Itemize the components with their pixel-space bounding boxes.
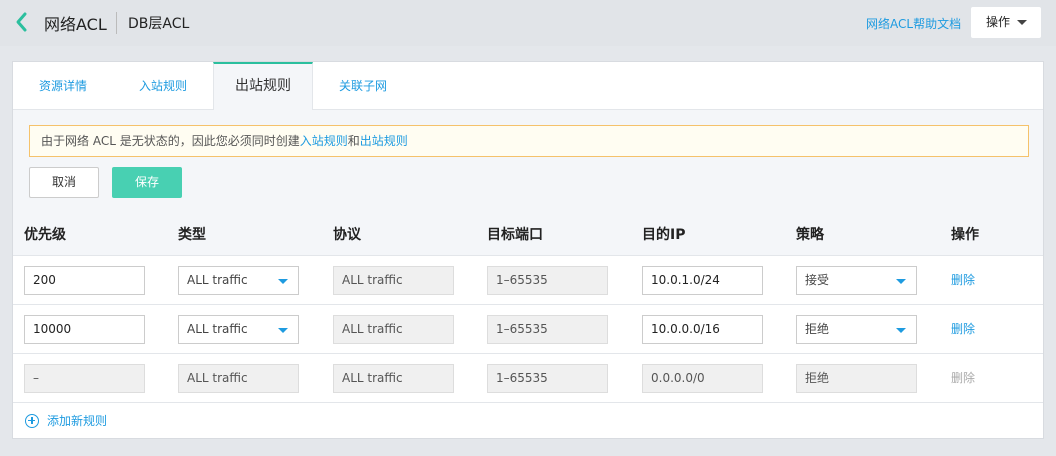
header-priority: 优先级 [24,227,66,243]
chevron-down-icon [278,328,288,333]
notice-and: 和 [347,134,360,148]
dest-ip-input[interactable]: 10.0.1.0/24 [642,266,763,295]
cancel-button[interactable]: 取消 [29,167,99,198]
dest-ip-field: 0.0.0.0/0 [642,364,763,393]
type-value: ALL traffic [187,273,248,287]
rules-toolbar: 由于网络 ACL 是无状态的，因此您必须同时创建入站规则和出站规则 取消 保存 [13,110,1043,214]
inbound-rules-link[interactable]: 入站规则 [300,134,348,148]
policy-value: 接受 [805,273,830,287]
add-rule-label: 添加新规则 [47,414,108,428]
help-doc-link[interactable]: 网络ACL帮助文档 [866,15,961,32]
chevron-down-icon [1017,20,1027,25]
protocol-field: ALL traffic [333,315,454,344]
header-action: 操作 [951,227,979,243]
actions-dropdown-button[interactable]: 操作 [971,7,1041,38]
title-divider [116,12,117,34]
stateless-notice: 由于网络 ACL 是无状态的，因此您必须同时创建入站规则和出站规则 [29,125,1029,157]
page-title: 网络ACL [44,15,107,34]
back-arrow-icon[interactable] [14,10,34,34]
type-select[interactable]: ALL traffic [178,266,299,295]
port-field: 1–65535 [487,364,608,393]
outbound-rules-link[interactable]: 出站规则 [360,134,408,148]
tab-outbound-rules[interactable]: 出站规则 [213,62,313,111]
plus-circle-icon [25,413,39,428]
header-dest-ip: 目的IP [642,227,686,243]
tab-resource-details[interactable]: 资源详情 [13,62,113,110]
protocol-field: ALL traffic [333,364,454,393]
priority-input[interactable]: 10000 [24,315,145,344]
tab-bar: 资源详情 入站规则 出站规则 关联子网 [13,62,1043,111]
header-dest-port: 目标端口 [487,227,543,243]
priority-input[interactable]: 200 [24,266,145,295]
delete-rule-link-disabled: 删除 [951,371,976,385]
policy-field: 拒绝 [796,364,917,393]
table-row: 10000 ALL traffic ALL traffic 1–65535 10… [13,305,1043,354]
top-bar: 网络ACL DB层ACL 网络ACL帮助文档 操作 [0,0,1056,46]
table-row: 200 ALL traffic ALL traffic 1–65535 10.0… [13,256,1043,305]
table-row: – ALL traffic ALL traffic 1–65535 0.0.0.… [13,354,1043,403]
type-select[interactable]: ALL traffic [178,315,299,344]
chevron-down-icon [896,328,906,333]
tab-inbound-rules[interactable]: 入站规则 [113,62,213,110]
priority-field: – [24,364,145,393]
notice-text: 由于网络 ACL 是无状态的，因此您必须同时创建 [41,134,300,148]
add-rule-button[interactable]: 添加新规则 [25,413,107,429]
tab-associated-subnets[interactable]: 关联子网 [313,62,413,110]
table-header: 优先级 类型 协议 目标端口 目的IP 策略 操作 [13,214,1043,256]
policy-value: 拒绝 [805,322,830,336]
policy-select[interactable]: 接受 [796,266,917,295]
delete-rule-link[interactable]: 删除 [951,266,975,295]
header-policy: 策略 [796,227,824,243]
header-type: 类型 [178,227,206,243]
type-value: ALL traffic [187,322,248,336]
port-field: 1–65535 [487,266,608,295]
policy-select[interactable]: 拒绝 [796,315,917,344]
actions-label: 操作 [986,15,1011,29]
chevron-down-icon [896,279,906,284]
save-button[interactable]: 保存 [112,167,182,198]
main-panel: 资源详情 入站规则 出站规则 关联子网 由于网络 ACL 是无状态的，因此您必须… [12,61,1044,439]
header-protocol: 协议 [333,227,361,243]
port-field: 1–65535 [487,315,608,344]
delete-rule-link[interactable]: 删除 [951,315,975,344]
type-field: ALL traffic [178,364,299,393]
protocol-field: ALL traffic [333,266,454,295]
dest-ip-input[interactable]: 10.0.0.0/16 [642,315,763,344]
chevron-down-icon [278,279,288,284]
acl-name: DB层ACL [128,16,190,32]
